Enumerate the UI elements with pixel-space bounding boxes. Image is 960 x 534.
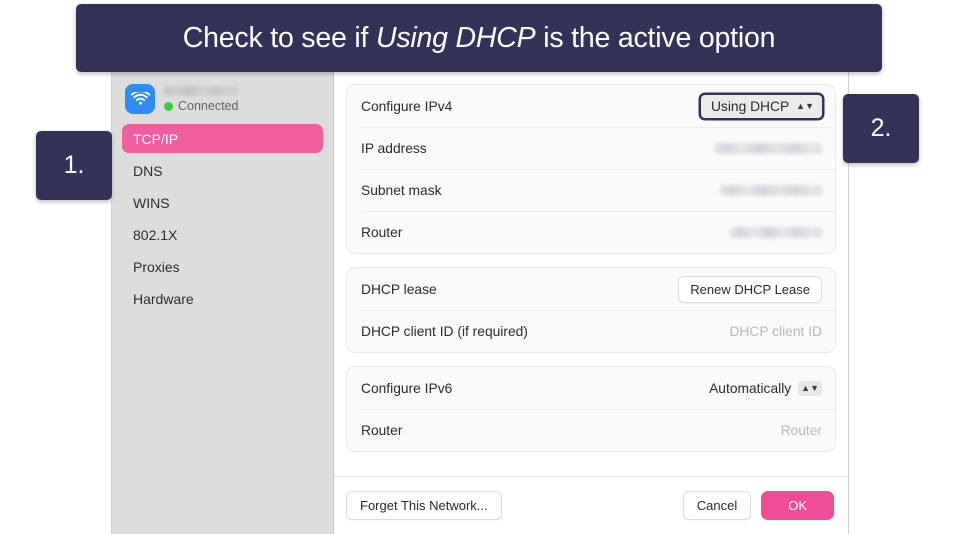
ipv4-router-label: Router (361, 224, 403, 240)
step-badge-1: 1. (36, 131, 112, 200)
ip-address-label: IP address (361, 140, 427, 156)
network-settings-window: Connected TCP/IP DNS WINS 802.1X Proxies… (112, 68, 848, 534)
renew-dhcp-lease-button[interactable]: Renew DHCP Lease (678, 275, 822, 303)
banner-emphasis: Using DHCP (375, 21, 536, 54)
forget-this-network-button[interactable]: Forget This Network... (346, 491, 502, 520)
sidebar-item-proxies[interactable]: Proxies (122, 252, 323, 281)
row-dhcp-lease: DHCP lease Renew DHCP Lease (347, 268, 835, 310)
subnet-mask-label: Subnet mask (361, 182, 442, 198)
main-pane: Configure IPv4 Using DHCP ▲▼ IP address … (334, 68, 848, 534)
ok-button[interactable]: OK (761, 491, 834, 520)
ipv6-router-label: Router (361, 422, 403, 438)
row-configure-ipv4: Configure IPv4 Using DHCP ▲▼ (347, 85, 835, 127)
callout-banner: Check to see if Using DHCP is the active… (76, 4, 882, 72)
configure-ipv6-value: Automatically (709, 380, 792, 396)
settings-scroll-area: Configure IPv4 Using DHCP ▲▼ IP address … (334, 68, 848, 476)
configure-ipv6-dropdown[interactable]: Automatically ▲▼ (709, 380, 822, 396)
network-header: Connected (122, 82, 323, 124)
configure-ipv6-label: Configure IPv6 (361, 380, 453, 396)
banner-prefix: Check to see if (182, 21, 376, 54)
sidebar-item-wins[interactable]: WINS (122, 188, 323, 217)
sidebar-item-label: Hardware (133, 290, 194, 307)
configure-ipv4-label: Configure IPv4 (361, 98, 453, 114)
sidebar-item-label: WINS (133, 194, 170, 211)
wifi-icon (125, 84, 155, 114)
configure-ipv4-dropdown[interactable]: Using DHCP ▲▼ (700, 94, 822, 118)
sidebar-item-dns[interactable]: DNS (122, 156, 323, 185)
chevron-updown-icon: ▲▼ (796, 100, 814, 111)
chevron-updown-icon: ▲▼ (798, 380, 822, 396)
dhcp-client-id-input[interactable]: DHCP client ID (729, 324, 822, 339)
dhcp-lease-label: DHCP lease (361, 281, 437, 297)
row-dhcp-client-id: DHCP client ID (if required) DHCP client… (347, 310, 835, 352)
connection-status-label: Connected (178, 99, 239, 113)
dialog-footer: Forget This Network... Cancel OK (334, 476, 848, 534)
sidebar-item-tcpip[interactable]: TCP/IP (122, 124, 323, 153)
ipv6-router-input[interactable]: Router (781, 423, 822, 438)
footer-actions: Cancel OK (682, 491, 834, 520)
row-ipv4-router: Router (347, 211, 835, 253)
network-meta: Connected (164, 85, 238, 113)
cancel-button[interactable]: Cancel (682, 491, 752, 520)
row-configure-ipv6: Configure IPv6 Automatically ▲▼ (347, 367, 835, 409)
connection-status: Connected (164, 99, 238, 113)
sidebar: Connected TCP/IP DNS WINS 802.1X Proxies… (112, 68, 334, 534)
ipv6-card: Configure IPv6 Automatically ▲▼ Router R… (346, 366, 836, 452)
dhcp-client-id-label: DHCP client ID (if required) (361, 323, 528, 339)
ip-address-value-redacted (714, 142, 822, 154)
sidebar-item-hardware[interactable]: Hardware (122, 284, 323, 313)
subnet-mask-value-redacted (720, 184, 822, 196)
row-ipv6-router: Router Router (347, 409, 835, 451)
ipv4-card: Configure IPv4 Using DHCP ▲▼ IP address … (346, 84, 836, 254)
configure-ipv4-value: Using DHCP (710, 98, 790, 114)
status-dot-icon (164, 101, 173, 111)
row-ip-address: IP address (347, 127, 835, 169)
sidebar-item-8021x[interactable]: 802.1X (122, 220, 323, 249)
callout-banner-text: Check to see if Using DHCP is the active… (183, 22, 776, 55)
sidebar-item-label: DNS (133, 162, 163, 179)
sidebar-item-label: 802.1X (133, 226, 178, 243)
sidebar-item-label: TCP/IP (133, 130, 179, 147)
ipv4-router-value-redacted (730, 226, 822, 238)
row-subnet-mask: Subnet mask (347, 169, 835, 211)
banner-suffix: is the active option (535, 21, 776, 54)
network-name-redacted (164, 86, 238, 96)
sidebar-item-label: Proxies (133, 258, 180, 275)
dhcp-card: DHCP lease Renew DHCP Lease DHCP client … (346, 267, 836, 353)
step-badge-2: 2. (843, 94, 919, 163)
